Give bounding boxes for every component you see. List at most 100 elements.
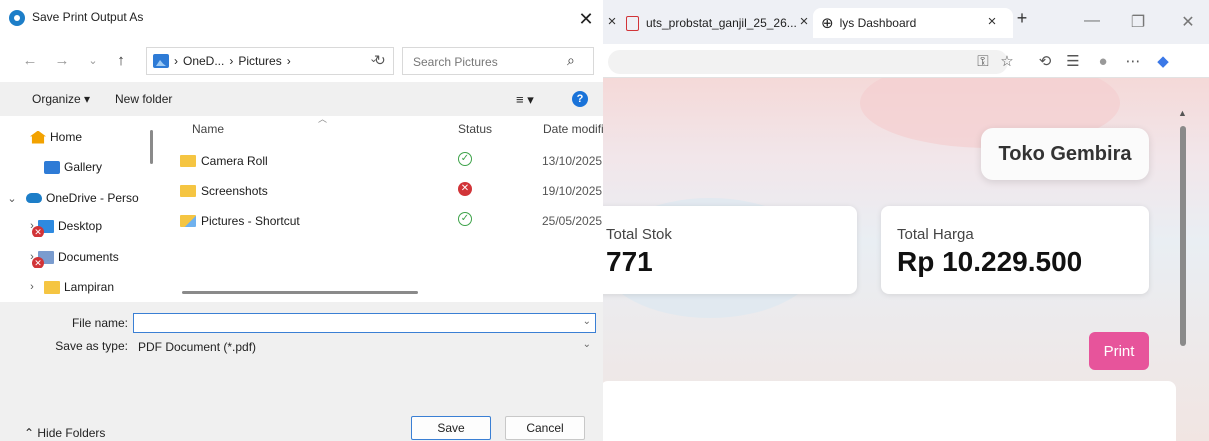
card-label: Total Stok [606,226,672,243]
dialog-content: Home Gallery ⌄ OneDrive - Perso › ✕ Desk… [0,116,603,302]
scroll-thumb[interactable] [1180,126,1186,346]
key-icon[interactable]: ⚿ [972,52,994,72]
tab-close-icon[interactable]: × [796,14,812,30]
file-list-scrollbar[interactable] [182,291,418,294]
search-input[interactable]: Search Pictures ⌕ [402,47,594,75]
tab-label: uts_probstat_ganjil_25_26... [646,16,797,30]
up-arrow-icon[interactable]: ↑ [111,52,131,70]
breadcrumb[interactable]: › OneD... › Pictures › ⌄ [146,47,394,75]
dialog-close-icon[interactable]: ✕ [574,6,598,32]
refresh-icon[interactable]: ↻ [374,52,386,69]
new-tab-button[interactable]: + [1012,8,1032,29]
file-row-screenshots[interactable]: Screenshots ✕ 19/10/2025 [160,178,603,204]
file-name-label: File name: [71,316,128,330]
column-header-date[interactable]: Date modifi [543,122,603,136]
minimize-button[interactable]: — [1082,12,1102,30]
total-stok-card: Total Stok 771 [600,206,857,294]
save-type-label: Save as type: [55,339,128,353]
file-date: 25/05/2025 [542,214,603,228]
card-value: 771 [606,246,653,277]
column-header-name[interactable]: Name [192,122,224,136]
nav-item-label: Lampiran [64,280,115,294]
tab-uts-probstat[interactable]: uts_probstat_ganjil_25_26... [626,8,816,38]
more-menu-icon[interactable]: ⋯ [1122,52,1144,72]
nav-item-label: Gallery [64,160,103,174]
gallery-icon [44,160,60,174]
hide-folders-toggle[interactable]: ⌃ Hide Folders [24,426,105,440]
synced-check-icon: ✓ [458,212,472,226]
recent-locations-chevron-icon[interactable]: ⌄ [83,52,103,70]
favorites-list-icon[interactable]: ☰ [1062,52,1084,72]
hide-folders-label: Hide Folders [37,426,106,440]
nav-item-home[interactable]: Home [0,126,145,148]
chevron-down-icon[interactable]: ⌄ [583,339,591,350]
file-name-label: Camera Roll [201,154,268,168]
breadcrumb-separator: › [174,54,178,68]
file-date: 13/10/2025 [542,154,603,168]
breadcrumb-separator: › [286,54,291,68]
extensions-icon[interactable]: ⟲ [1034,52,1056,72]
restore-button[interactable]: ❐ [1128,12,1148,32]
dashboard-page: Toko Gembira Total Stok 771 Total Harga … [600,78,1209,441]
file-name-input[interactable]: ⌄ [133,313,596,333]
search-icon[interactable]: ⌕ [567,52,575,69]
breadcrumb-item-onedrive[interactable]: OneD... [183,54,224,68]
home-icon [30,130,46,144]
view-options-icon[interactable]: ≡ ▾ [516,92,534,108]
save-form: File name: ⌄ Save as type: PDF Document … [0,302,603,402]
nav-item-label: Documents [58,250,119,264]
nav-item-lampiran[interactable]: › Lampiran [0,276,145,298]
save-type-value: PDF Document (*.pdf) [138,340,257,354]
url-field[interactable] [608,50,1008,74]
print-button[interactable]: Print [1089,332,1149,370]
save-button[interactable]: Save [411,416,491,440]
tab-label: lys Dashboard [839,16,917,30]
forward-arrow-icon[interactable]: → [52,52,72,70]
favorite-star-icon[interactable]: ☆ [996,52,1018,72]
back-arrow-icon[interactable]: ← [20,52,40,70]
file-row-camera-roll[interactable]: Camera Roll ✓ 13/10/2025 [160,148,603,174]
file-name: Pictures - Shortcut [180,214,300,228]
navigation-pane-scrollbar[interactable] [150,130,153,164]
tab-close-icon[interactable]: × [604,14,620,30]
desktop-icon: ✕ [32,219,54,237]
nav-item-documents[interactable]: › ✕ Documents [0,246,145,268]
dialog-titlebar: Save Print Output As ✕ [0,0,603,38]
pdf-icon [626,15,639,31]
tab-dashboard[interactable]: ⊕ lys Dashboard [813,8,1013,38]
sync-error-icon: ✕ [32,225,44,237]
sync-error-icon: ✕ [458,182,472,196]
nav-item-gallery[interactable]: Gallery [0,156,145,178]
search-placeholder: Search Pictures [413,55,498,69]
folder-icon [180,155,196,167]
organize-menu[interactable]: Organize ▾ [32,92,90,106]
chevron-right-icon[interactable]: › [26,281,38,293]
profile-avatar-icon[interactable]: ● [1092,52,1114,72]
edge-browser-icon [9,10,25,26]
file-row-pictures-shortcut[interactable]: Pictures - Shortcut ✓ 25/05/2025 [160,208,603,234]
chevron-down-icon[interactable]: ⌄ [583,316,591,327]
folder-icon [180,185,196,197]
close-window-button[interactable]: ✕ [1178,12,1198,32]
cancel-button[interactable]: Cancel [505,416,585,440]
address-bar: ⚿ ☆ ⟲ ☰ ● ⋯ ◆ [600,44,1209,78]
breadcrumb-item-pictures[interactable]: Pictures [238,54,281,68]
dialog-title: Save Print Output As [32,10,144,24]
synced-check-icon: ✓ [458,152,472,166]
globe-icon: ⊕ [821,15,834,32]
nav-item-desktop[interactable]: › ✕ Desktop [0,215,145,237]
file-date: 19/10/2025 [542,184,603,198]
tab-close-icon[interactable]: × [984,14,1000,30]
nav-item-onedrive[interactable]: ⌄ OneDrive - Perso [0,187,145,209]
save-type-select[interactable]: PDF Document (*.pdf) ⌄ [133,336,596,356]
command-bar: Organize ▾ New folder ≡ ▾ ? [0,82,603,116]
copilot-icon[interactable]: ◆ [1152,52,1174,72]
column-header-status[interactable]: Status [458,122,492,136]
file-name-label: Pictures - Shortcut [201,214,300,228]
scroll-up-arrow-icon[interactable]: ▲ [1178,108,1187,118]
page-scrollbar[interactable]: ▲ [1177,108,1189,441]
chevron-down-icon[interactable]: ⌄ [6,192,18,205]
new-folder-button[interactable]: New folder [115,92,172,106]
help-icon[interactable]: ? [572,91,588,107]
total-harga-card: Total Harga Rp 10.229.500 [881,206,1149,294]
